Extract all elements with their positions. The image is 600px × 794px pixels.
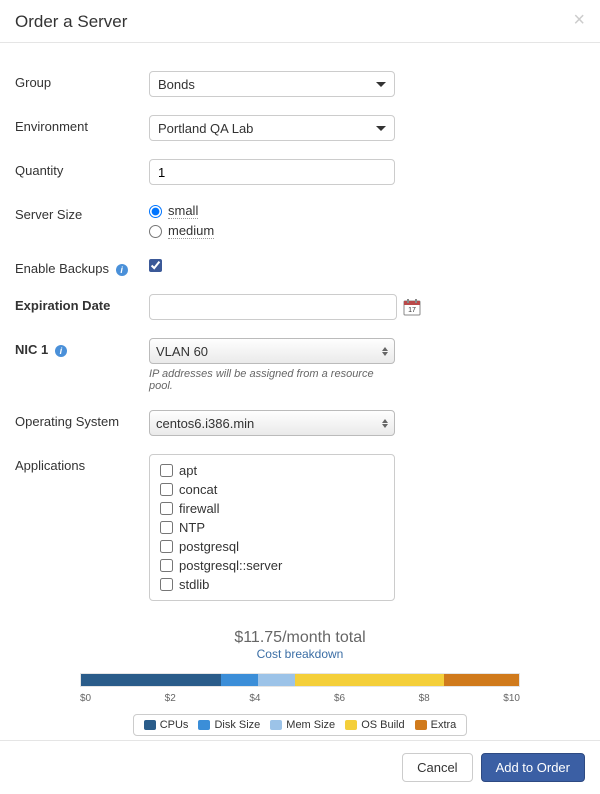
expiration-date-input[interactable] <box>149 294 397 320</box>
svg-text:17: 17 <box>408 307 416 314</box>
environment-label: Environment <box>15 115 149 134</box>
legend-item: CPUs <box>144 719 189 731</box>
app-checkbox[interactable] <box>160 464 173 477</box>
app-checkbox[interactable] <box>160 559 173 572</box>
app-label: apt <box>179 463 197 478</box>
radio-small-label: small <box>168 203 198 219</box>
app-label: postgresql::server <box>179 558 282 573</box>
add-to-order-button[interactable]: Add to Order <box>481 753 585 782</box>
info-icon[interactable]: i <box>55 345 67 357</box>
nic1-select[interactable]: VLAN 60 <box>149 338 395 364</box>
app-item[interactable]: stdlib <box>160 577 384 592</box>
cost-section: $11.75/month total Cost breakdown $0 $2 $4… <box>15 629 585 736</box>
app-item[interactable]: firewall <box>160 501 384 516</box>
info-icon[interactable]: i <box>116 264 128 276</box>
cost-tick: $6 <box>334 693 345 704</box>
legend-label: Extra <box>431 719 457 731</box>
chevron-down-icon <box>376 82 386 87</box>
quantity-input[interactable] <box>149 159 395 185</box>
nic1-help: IP addresses will be assigned from a res… <box>149 368 395 392</box>
environment-dropdown[interactable]: Portland QA Lab <box>149 115 395 141</box>
app-item[interactable]: apt <box>160 463 384 478</box>
legend-item: Extra <box>415 719 457 731</box>
expiration-date-label: Expiration Date <box>15 294 149 313</box>
app-checkbox[interactable] <box>160 578 173 591</box>
app-item[interactable]: NTP <box>160 520 384 535</box>
radio-medium[interactable]: medium <box>149 223 395 239</box>
legend-swatch <box>198 720 210 730</box>
cancel-button[interactable]: Cancel <box>402 753 472 782</box>
legend-swatch <box>144 720 156 730</box>
chevron-down-icon <box>376 126 386 131</box>
group-label: Group <box>15 71 149 90</box>
select-caret-icon <box>382 347 388 356</box>
cost-segment-mem-size <box>258 674 295 686</box>
app-label: stdlib <box>179 577 209 592</box>
legend-item: OS Build <box>345 719 404 731</box>
os-label: Operating System <box>15 410 149 429</box>
cost-ticks: $0 $2 $4 $6 $8 $10 <box>80 693 520 704</box>
cost-tick: $4 <box>249 693 260 704</box>
nic1-label: NIC 1 i <box>15 338 149 357</box>
app-checkbox[interactable] <box>160 521 173 534</box>
legend-label: Mem Size <box>286 719 335 731</box>
modal-footer: Cancel Add to Order <box>0 740 600 794</box>
legend-label: OS Build <box>361 719 404 731</box>
app-label: firewall <box>179 501 219 516</box>
cost-tick: $8 <box>419 693 430 704</box>
os-value: centos6.i386.min <box>156 416 254 431</box>
cost-segment-extra <box>444 674 519 686</box>
radio-medium-label: medium <box>168 223 214 239</box>
legend-label: Disk Size <box>214 719 260 731</box>
cost-tick: $0 <box>80 693 91 704</box>
cost-breakdown-link[interactable]: Cost breakdown <box>15 647 585 661</box>
applications-list: apt concat firewall NTP postgresql postgresql… <box>149 454 395 601</box>
cost-total: $11.75/month total <box>15 629 585 647</box>
modal-header: Order a Server × <box>0 0 600 43</box>
cost-tick: $10 <box>503 693 520 704</box>
app-item[interactable]: postgresql <box>160 539 384 554</box>
server-size-radio-group: small medium <box>149 203 395 239</box>
legend-swatch <box>270 720 282 730</box>
app-checkbox[interactable] <box>160 540 173 553</box>
close-icon[interactable]: × <box>573 10 585 30</box>
cost-segment-disk-size <box>221 674 258 686</box>
calendar-icon[interactable]: 17 <box>403 298 421 316</box>
quantity-label: Quantity <box>15 159 149 178</box>
cost-tick: $2 <box>165 693 176 704</box>
app-item[interactable]: concat <box>160 482 384 497</box>
applications-label: Applications <box>15 454 149 473</box>
enable-backups-checkbox[interactable] <box>149 259 162 272</box>
group-dropdown[interactable]: Bonds <box>149 71 395 97</box>
os-select[interactable]: centos6.i386.min <box>149 410 395 436</box>
legend-item: Mem Size <box>270 719 335 731</box>
order-server-modal: Order a Server × Group Bonds Environment… <box>0 0 600 794</box>
select-caret-icon <box>382 419 388 428</box>
cost-segment-os-build <box>295 674 444 686</box>
enable-backups-label: Enable Backups i <box>15 257 149 276</box>
app-label: postgresql <box>179 539 239 554</box>
radio-small-input[interactable] <box>149 205 162 218</box>
legend-item: Disk Size <box>198 719 260 731</box>
app-label: NTP <box>179 520 205 535</box>
environment-value: Portland QA Lab <box>158 121 253 136</box>
app-checkbox[interactable] <box>160 483 173 496</box>
radio-small[interactable]: small <box>149 203 395 219</box>
cost-bar <box>80 673 520 687</box>
server-size-label: Server Size <box>15 203 149 222</box>
nic1-value: VLAN 60 <box>156 344 208 359</box>
legend-label: CPUs <box>160 719 189 731</box>
app-item[interactable]: postgresql::server <box>160 558 384 573</box>
app-checkbox[interactable] <box>160 502 173 515</box>
app-label: concat <box>179 482 217 497</box>
legend-swatch <box>345 720 357 730</box>
legend-swatch <box>415 720 427 730</box>
cost-bar-wrap: $0 $2 $4 $6 $8 $10 <box>80 673 520 704</box>
modal-body: Group Bonds Environment Portland QA Lab … <box>0 43 600 740</box>
modal-title: Order a Server <box>15 12 585 32</box>
radio-medium-input[interactable] <box>149 225 162 238</box>
cost-segment-cpus <box>81 674 221 686</box>
group-value: Bonds <box>158 77 195 92</box>
cost-legend: CPUs Disk Size Mem Size OS Build Extra <box>133 714 468 736</box>
